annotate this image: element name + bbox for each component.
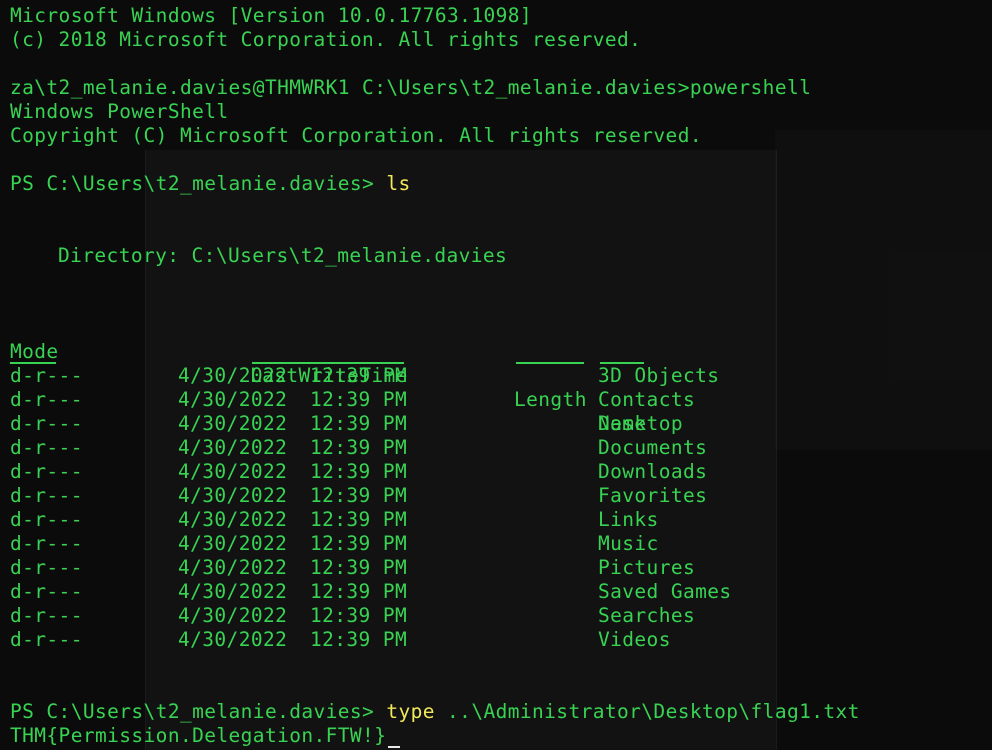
row-time: 12:39 PM bbox=[310, 484, 408, 507]
row-date: 4/30/2022 bbox=[178, 604, 288, 627]
row-date: 4/30/2022 bbox=[178, 364, 288, 387]
windows-version-line: Microsoft Windows [Version 10.0.17763.10… bbox=[10, 4, 533, 27]
listing-row: d-r--- 4/30/2022 12:39 PM 3D Objects bbox=[10, 364, 992, 388]
row-mode: d-r--- bbox=[10, 580, 83, 603]
row-date: 4/30/2022 bbox=[178, 388, 288, 411]
row-time: 12:39 PM bbox=[310, 508, 408, 531]
row-name: Saved Games bbox=[598, 580, 732, 603]
ps-prompt: PS C:\Users\t2_melanie.davies> bbox=[10, 700, 387, 723]
row-name: Links bbox=[598, 508, 659, 531]
text-cursor bbox=[388, 746, 401, 748]
row-time: 12:39 PM bbox=[310, 388, 408, 411]
row-time: 12:39 PM bbox=[310, 436, 408, 459]
ps-prompt-type-line: PS C:\Users\t2_melanie.davies> type ..\A… bbox=[10, 700, 992, 724]
row-name: Desktop bbox=[598, 412, 683, 435]
ls-command: ls bbox=[386, 172, 411, 195]
listing-header-underline-row bbox=[10, 340, 992, 364]
row-mode: d-r--- bbox=[10, 388, 83, 411]
flag-output-line: THM{Permission.Delegation.FTW!} bbox=[10, 724, 992, 748]
listing-row: d-r--- 4/30/2022 12:39 PM Saved Games bbox=[10, 580, 992, 604]
powershell-copyright-line: Copyright (C) Microsoft Corporation. All… bbox=[10, 124, 702, 147]
row-mode: d-r--- bbox=[10, 412, 83, 435]
row-time: 12:39 PM bbox=[310, 580, 408, 603]
row-mode: d-r--- bbox=[10, 628, 83, 651]
powershell-title-line: Windows PowerShell bbox=[10, 100, 229, 123]
row-time: 12:39 PM bbox=[310, 460, 408, 483]
row-mode: d-r--- bbox=[10, 364, 83, 387]
row-date: 4/30/2022 bbox=[178, 628, 288, 651]
type-argument: ..\Administrator\Desktop\flag1.txt bbox=[447, 700, 860, 723]
row-date: 4/30/2022 bbox=[178, 460, 288, 483]
row-name: Searches bbox=[598, 604, 696, 627]
row-date: 4/30/2022 bbox=[178, 508, 288, 531]
row-date: 4/30/2022 bbox=[178, 556, 288, 579]
ps-prompt: PS C:\Users\t2_melanie.davies> bbox=[10, 172, 387, 195]
row-name: Pictures bbox=[598, 556, 696, 579]
cmd-prompt: za\t2_melanie.davies@THMWRK1 C:\Users\t2… bbox=[10, 76, 690, 99]
listing-row: d-r--- 4/30/2022 12:39 PM Music bbox=[10, 532, 992, 556]
row-name: Downloads bbox=[598, 460, 708, 483]
windows-copyright-line: (c) 2018 Microsoft Corporation. All righ… bbox=[10, 28, 642, 51]
flag-output: THM{Permission.Delegation.FTW!} bbox=[10, 724, 387, 747]
row-time: 12:39 PM bbox=[310, 364, 408, 387]
row-name: 3D Objects bbox=[598, 364, 720, 387]
listing-row: d-r--- 4/30/2022 12:39 PM Desktop bbox=[10, 412, 992, 436]
row-name: Music bbox=[598, 532, 659, 555]
row-time: 12:39 PM bbox=[310, 628, 408, 651]
cmd-command: powershell bbox=[689, 76, 812, 99]
listing-row: d-r--- 4/30/2022 12:39 PM Links bbox=[10, 508, 992, 532]
row-time: 12:39 PM bbox=[310, 532, 408, 555]
listing-header-row: Mode LastWriteTime Length Name bbox=[10, 316, 992, 435]
row-name: Contacts bbox=[598, 388, 696, 411]
listing-row: d-r--- 4/30/2022 12:39 PM Contacts bbox=[10, 388, 992, 412]
row-date: 4/30/2022 bbox=[178, 436, 288, 459]
row-time: 12:39 PM bbox=[310, 412, 408, 435]
listing-row: d-r--- 4/30/2022 12:39 PM Downloads bbox=[10, 460, 992, 484]
ps-prompt-ls-line: PS C:\Users\t2_melanie.davies> ls bbox=[10, 172, 992, 196]
row-name: Videos bbox=[598, 628, 671, 651]
listing-row: d-r--- 4/30/2022 12:39 PM Searches bbox=[10, 604, 992, 628]
row-name: Documents bbox=[598, 436, 708, 459]
row-name: Favorites bbox=[598, 484, 708, 507]
terminal-window[interactable]: Microsoft Windows [Version 10.0.17763.10… bbox=[0, 0, 992, 750]
cmd-prompt-line: za\t2_melanie.davies@THMWRK1 C:\Users\t2… bbox=[10, 76, 992, 100]
row-time: 12:39 PM bbox=[310, 556, 408, 579]
row-date: 4/30/2022 bbox=[178, 484, 288, 507]
row-mode: d-r--- bbox=[10, 556, 83, 579]
row-mode: d-r--- bbox=[10, 436, 83, 459]
row-time: 12:39 PM bbox=[310, 604, 408, 627]
listing-row: d-r--- 4/30/2022 12:39 PM Favorites bbox=[10, 484, 992, 508]
listing-row: d-r--- 4/30/2022 12:39 PM Videos bbox=[10, 628, 992, 652]
row-mode: d-r--- bbox=[10, 460, 83, 483]
type-command: type bbox=[386, 700, 435, 723]
row-mode: d-r--- bbox=[10, 604, 83, 627]
listing-rows: d-r--- 4/30/2022 12:39 PM 3D Objects d-r--- 4… bbox=[10, 364, 992, 652]
row-date: 4/30/2022 bbox=[178, 580, 288, 603]
row-mode: d-r--- bbox=[10, 532, 83, 555]
row-mode: d-r--- bbox=[10, 484, 83, 507]
listing-row: d-r--- 4/30/2022 12:39 PM Pictures bbox=[10, 556, 992, 580]
listing-row: d-r--- 4/30/2022 12:39 PM Documents bbox=[10, 436, 992, 460]
row-date: 4/30/2022 bbox=[178, 412, 288, 435]
row-date: 4/30/2022 bbox=[178, 532, 288, 555]
row-mode: d-r--- bbox=[10, 508, 83, 531]
directory-label: Directory: C:\Users\t2_melanie.davies bbox=[58, 244, 508, 267]
